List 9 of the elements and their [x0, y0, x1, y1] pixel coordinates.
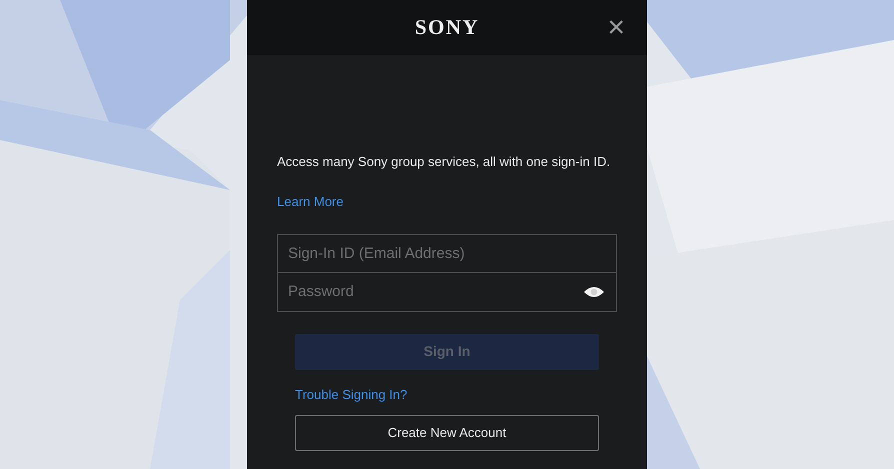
logo: SONY [414, 17, 480, 38]
close-button[interactable]: × [605, 13, 627, 43]
intro-text: Access many Sony group services, all with one sign-in ID. [277, 153, 612, 171]
sign-in-id-field[interactable]: Sign-In ID (Email Address) [277, 234, 617, 272]
learn-more-link[interactable]: Learn More [277, 194, 344, 208]
trouble-signing-in-link[interactable]: Trouble Signing In? [295, 386, 408, 402]
eye-icon[interactable] [583, 284, 605, 298]
create-account-button[interactable]: Create New Account [295, 414, 599, 450]
password-field[interactable]: Password [277, 272, 617, 312]
